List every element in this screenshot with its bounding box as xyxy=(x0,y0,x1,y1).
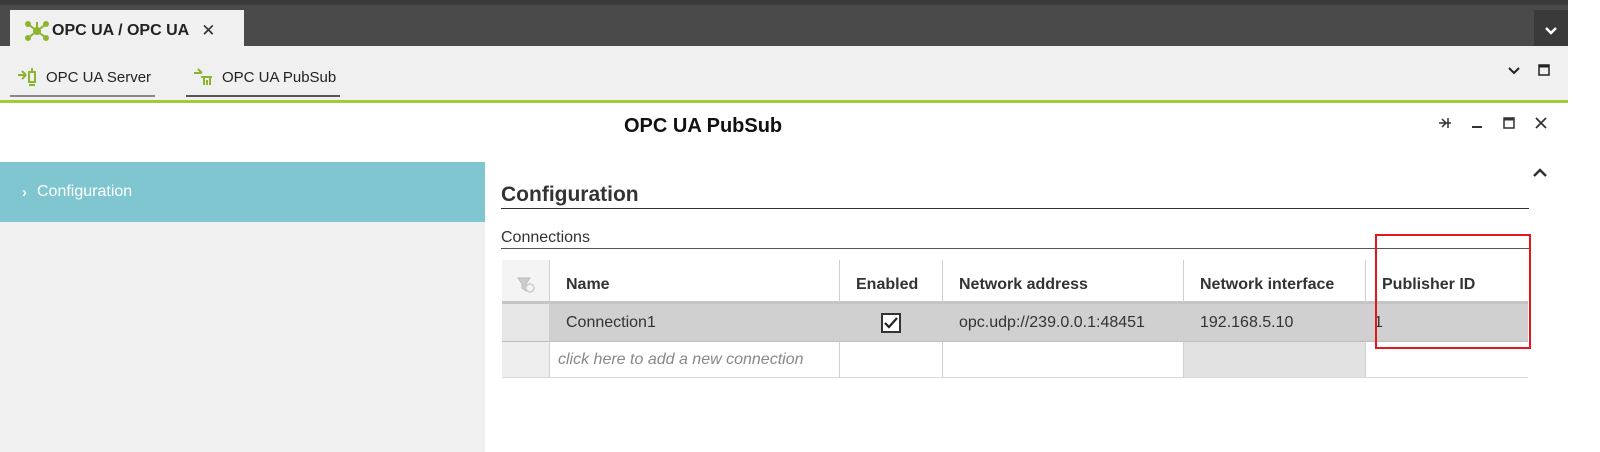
tab-opcua-server-label: OPC UA Server xyxy=(46,68,152,86)
section-title: Configuration xyxy=(501,183,639,206)
tab-opcua-pubsub[interactable]: OPC UA PubSub xyxy=(186,62,341,97)
row-selector xyxy=(502,342,550,378)
tab-underline-active xyxy=(186,95,341,97)
panel-title: OPC UA PubSub xyxy=(624,115,783,137)
sidebar: › Configuration xyxy=(0,162,485,452)
row-selector[interactable] xyxy=(502,304,550,342)
column-header-network-interface[interactable]: Network interface xyxy=(1184,260,1366,304)
empty-cell xyxy=(943,342,1184,378)
panel-window-controls xyxy=(1438,116,1548,133)
opcua-server-icon xyxy=(18,68,36,86)
cell-publisher-id[interactable]: 1 xyxy=(1366,304,1528,342)
empty-cell xyxy=(840,342,943,378)
divider xyxy=(501,208,1529,209)
tab-underline xyxy=(10,95,156,97)
chevron-right-icon: › xyxy=(22,183,27,201)
cell-network-interface[interactable]: 192.168.5.10 xyxy=(1184,304,1366,342)
tab-opcua-pubsub-label: OPC UA PubSub xyxy=(222,68,337,86)
checkmark-icon xyxy=(884,316,898,329)
chevron-down-icon[interactable] xyxy=(1508,64,1520,79)
filter-icon[interactable] xyxy=(502,260,550,304)
enabled-checkbox[interactable] xyxy=(881,312,901,333)
column-header-name[interactable]: Name xyxy=(550,260,840,304)
add-connection-placeholder[interactable]: click here to add a new connection xyxy=(550,342,840,378)
cell-network-address[interactable]: opc.udp://239.0.0.1:48451 xyxy=(943,304,1184,342)
tab-opcua-server[interactable]: OPC UA Server xyxy=(10,62,156,97)
editor-tab-bar: OPC UA Server OPC UA PubSub xyxy=(0,46,1568,103)
empty-cell xyxy=(1366,342,1528,378)
tab-list-dropdown-button[interactable] xyxy=(1534,10,1568,51)
divider xyxy=(501,248,1529,249)
maximize-icon[interactable] xyxy=(1538,64,1550,79)
cell-enabled xyxy=(840,304,943,342)
column-header-enabled[interactable]: Enabled xyxy=(840,260,943,304)
close-tab-icon[interactable]: ✕ xyxy=(201,21,215,41)
table-row[interactable]: Connection1 opc.udp://239.0.0.1:48451 19… xyxy=(502,304,1528,342)
table-header-row: Name Enabled Network address Network int… xyxy=(502,260,1528,304)
subsection-title: Connections xyxy=(501,229,590,246)
empty-cell xyxy=(1184,342,1366,378)
opcua-network-icon xyxy=(25,20,49,41)
column-header-network-address[interactable]: Network address xyxy=(943,260,1184,304)
add-connection-row[interactable]: click here to add a new connection xyxy=(502,342,1528,378)
cell-name[interactable]: Connection1 xyxy=(550,304,840,342)
column-header-publisher-id[interactable]: Publisher ID xyxy=(1366,260,1528,304)
document-tab[interactable]: OPC UA / OPC UA ✕ xyxy=(10,10,244,51)
connections-table: Name Enabled Network address Network int… xyxy=(502,260,1528,378)
pin-icon[interactable] xyxy=(1438,116,1452,133)
opcua-pubsub-icon xyxy=(194,68,212,85)
document-tab-label: OPC UA / OPC UA xyxy=(52,21,190,39)
minimize-icon[interactable] xyxy=(1470,116,1484,133)
document-tab-strip: OPC UA / OPC UA ✕ xyxy=(0,0,1568,51)
sidebar-item-label: Configuration xyxy=(37,183,133,200)
chevron-down-icon xyxy=(1545,26,1557,35)
sidebar-item-configuration[interactable]: › Configuration xyxy=(0,162,485,222)
maximize-icon[interactable] xyxy=(1502,116,1516,133)
collapse-up-icon[interactable] xyxy=(1532,165,1548,183)
close-icon[interactable] xyxy=(1534,116,1548,133)
